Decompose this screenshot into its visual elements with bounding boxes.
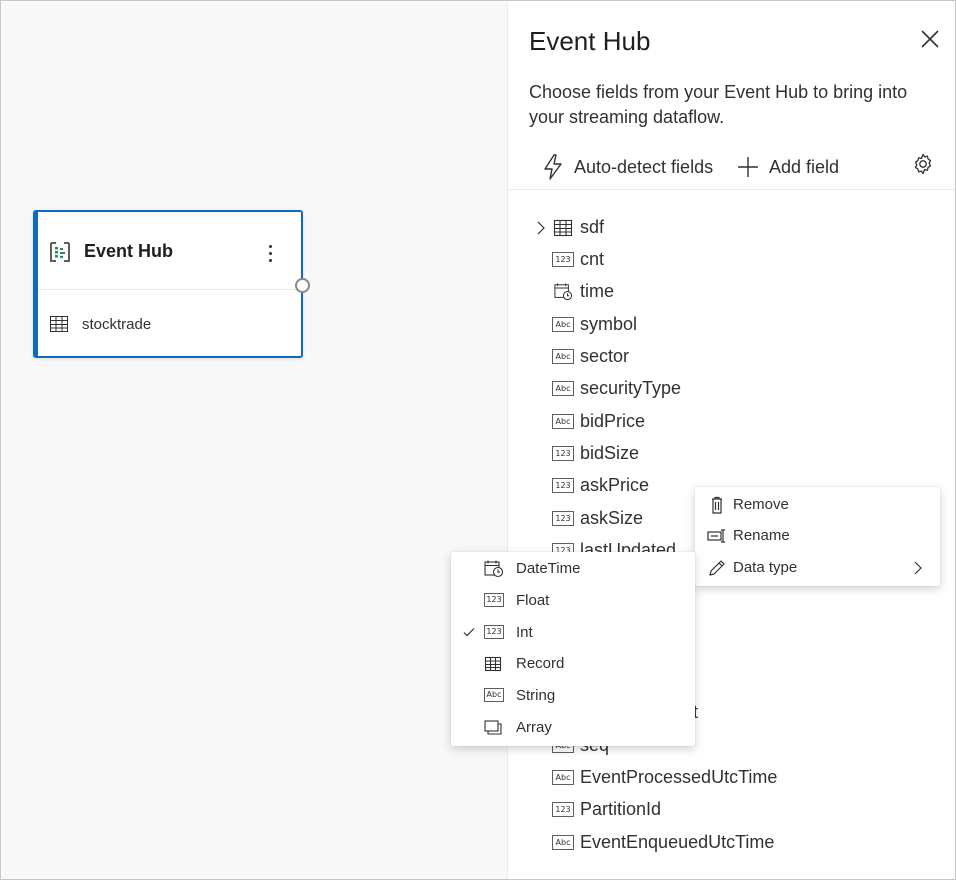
plus-icon <box>738 157 758 177</box>
number-icon: 123 <box>552 446 574 461</box>
array-icon <box>484 720 502 735</box>
remove-label: Remove <box>733 496 789 513</box>
chevron-right-icon[interactable] <box>536 220 546 236</box>
number-icon: 123 <box>552 478 574 493</box>
field-name: time <box>580 281 615 301</box>
field-name: askPrice <box>580 475 650 495</box>
field-row[interactable]: Abc EventEnqueuedUtcTime <box>508 829 955 857</box>
string-icon: Abc <box>552 414 574 429</box>
lightning-icon <box>544 154 562 180</box>
int-label: Int <box>516 624 533 641</box>
number-icon: 123 <box>552 511 574 526</box>
toolbar: Auto-detect fields Add field <box>508 150 955 190</box>
string-icon: Abc <box>484 688 504 702</box>
string-option[interactable]: Abc String <box>451 680 695 712</box>
string-icon: Abc <box>552 835 574 850</box>
data-type-label: Data type <box>733 559 798 576</box>
add-field-label: Add field <box>769 156 840 177</box>
string-label: String <box>516 687 556 704</box>
field-name: securityType <box>580 378 682 398</box>
int-option[interactable]: 123 Int <box>451 617 695 649</box>
field-row[interactable]: time <box>508 278 955 306</box>
field-name: sdf <box>580 217 605 237</box>
field-row[interactable]: Abc symbol <box>508 311 955 339</box>
field-name: EventEnqueuedUtcTime <box>580 832 775 852</box>
string-icon: Abc <box>552 770 574 785</box>
event-hub-panel: Event Hub Choose fields from your Event … <box>507 2 955 879</box>
data-type-submenu: DateTime 123 Float 123 Int Record Abc St… <box>451 552 695 746</box>
dataflow-canvas[interactable]: Event Hub stocktrade <box>2 2 507 879</box>
close-icon[interactable] <box>918 27 942 51</box>
field-row[interactable]: Abc sector <box>508 343 955 371</box>
app-frame: Event Hub stocktrade Event Hub Choose fi… <box>0 0 956 880</box>
field-row[interactable]: 123 cnt <box>508 246 955 274</box>
field-row[interactable]: sdf <box>508 214 955 242</box>
field-name: bidPrice <box>580 411 646 431</box>
datetime-icon <box>554 283 573 301</box>
auto-detect-fields-button[interactable]: Auto-detect fields <box>542 152 713 182</box>
gear-icon[interactable] <box>911 152 935 176</box>
float-option[interactable]: 123 Float <box>451 585 695 617</box>
field-row[interactable]: Abc securityType <box>508 375 955 403</box>
data-type-menu-item[interactable]: Data type <box>695 552 940 584</box>
pencil-icon <box>709 560 725 576</box>
field-row[interactable]: Abc EventProcessedUtcTime <box>508 764 955 792</box>
datetime-option[interactable]: DateTime <box>451 553 695 585</box>
datetime-label: DateTime <box>516 560 581 577</box>
rename-label: Rename <box>733 527 790 544</box>
node-title: Event Hub <box>84 241 174 261</box>
datetime-icon <box>484 560 504 578</box>
event-hub-node[interactable]: Event Hub stocktrade <box>33 210 303 358</box>
field-row[interactable]: 123 bidSize <box>508 440 955 468</box>
panel-title: Event Hub <box>529 26 651 56</box>
panel-description: Choose fields from your Event Hub to bri… <box>529 82 908 127</box>
float-label: Float <box>516 592 550 609</box>
string-icon: Abc <box>552 381 574 396</box>
field-name: EventProcessedUtcTime <box>580 767 778 787</box>
number-icon: 123 <box>552 252 574 267</box>
field-name: PartitionId <box>580 799 662 819</box>
table-icon <box>484 656 502 672</box>
field-name: bidSize <box>580 443 640 463</box>
event-hub-icon <box>50 242 70 262</box>
trash-icon <box>712 496 722 514</box>
number-icon: 123 <box>484 625 504 639</box>
field-name: askSize <box>580 508 644 528</box>
string-icon: Abc <box>552 317 574 332</box>
field-context-menu: Remove Rename Data type <box>695 487 940 586</box>
checkmark-icon <box>463 628 475 637</box>
record-option[interactable]: Record <box>451 648 695 680</box>
node-header: Event Hub <box>38 212 301 290</box>
node-input-label: stocktrade <box>82 316 152 333</box>
array-option[interactable]: Array <box>451 712 695 744</box>
field-row[interactable]: Abc bidPrice <box>508 408 955 436</box>
field-row[interactable]: 123 PartitionId <box>508 796 955 824</box>
field-name: symbol <box>580 314 638 334</box>
rename-menu-item[interactable]: Rename <box>695 520 940 552</box>
field-name: sector <box>580 346 630 366</box>
number-icon: 123 <box>552 802 574 817</box>
more-options-icon[interactable] <box>260 243 280 267</box>
node-output-port[interactable] <box>295 278 310 293</box>
rename-icon <box>707 529 725 543</box>
number-icon: 123 <box>484 593 504 607</box>
field-name: cnt <box>580 249 605 269</box>
table-icon <box>50 316 68 332</box>
auto-detect-label: Auto-detect fields <box>574 156 714 177</box>
record-label: Record <box>516 655 565 672</box>
table-icon <box>553 219 573 237</box>
string-icon: Abc <box>552 349 574 364</box>
chevron-right-icon <box>914 561 922 575</box>
remove-menu-item[interactable]: Remove <box>695 489 940 521</box>
add-field-button[interactable]: Add field <box>737 152 839 182</box>
array-label: Array <box>516 719 552 736</box>
